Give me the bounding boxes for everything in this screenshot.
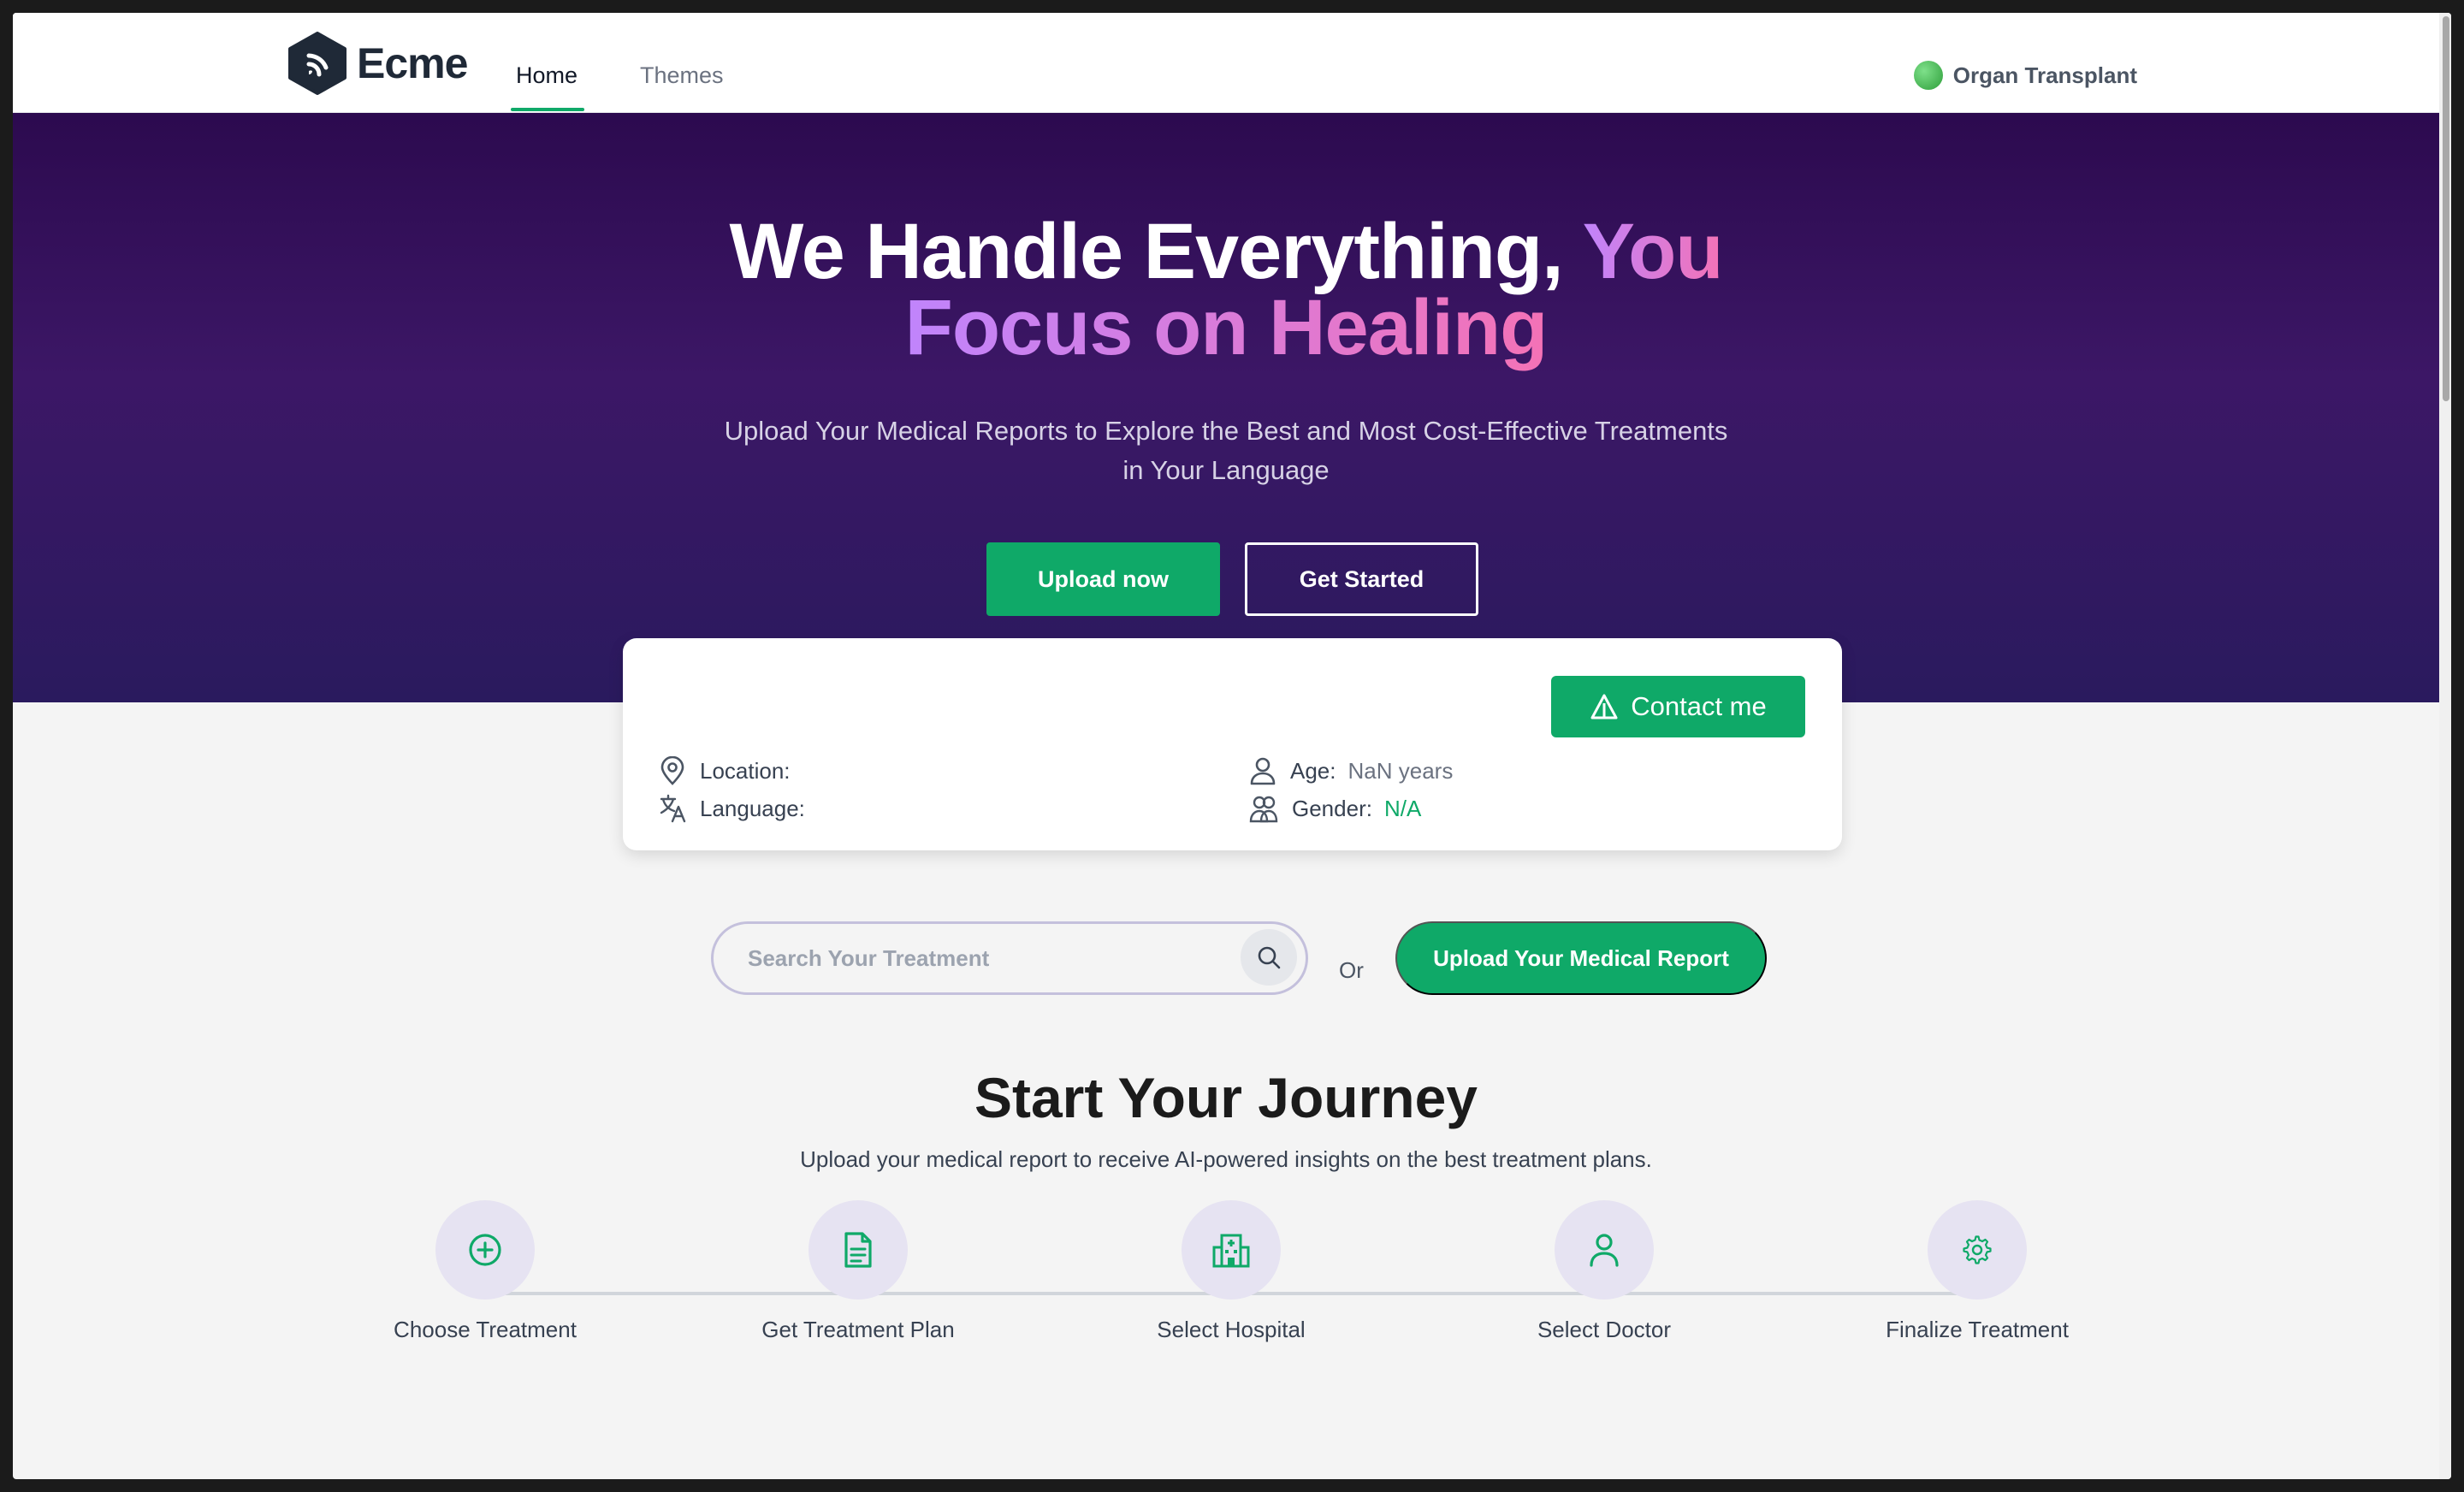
users-icon [1249,796,1278,823]
journey-title: Start Your Journey [974,1066,1478,1129]
step-circle [435,1200,535,1300]
journey-subtitle: Upload your medical report to receive AI… [800,1146,1652,1172]
step-label: Finalize Treatment [1886,1317,2069,1342]
gender-row: Gender: N/A [1249,794,1421,823]
hero-title-gradient-2: Focus on Healing [904,284,1549,371]
logo[interactable]: Ecme [287,32,468,95]
gender-value: N/A [1383,795,1422,821]
top-header: Ecme Home Themes Organ Transplant [13,13,2451,113]
page-scrollbar[interactable] [2439,13,2451,1479]
hero-title-gradient-1: You [1582,208,1724,295]
get-started-button[interactable]: Get Started [1245,542,1478,616]
translate-icon [660,794,686,823]
step-label: Select Doctor [1537,1317,1672,1342]
hero-subtitle-line1: Upload Your Medical Reports to Explore t… [724,416,1728,446]
document-icon [844,1232,872,1268]
hero-section: We Handle Everything, You Focus on Heali… [13,113,2439,702]
nav-active-indicator [511,108,584,111]
step-label: Get Treatment Plan [761,1317,955,1342]
nav-home[interactable]: Home [516,62,578,89]
search-icon [1258,946,1281,969]
map-pin-icon [660,756,684,785]
location-row: Location: [659,756,803,785]
step-circle [1182,1200,1281,1300]
step-circle [1555,1200,1654,1300]
journey-step-finalize-treatment[interactable]: Finalize Treatment [1849,1200,2106,1343]
scrollbar-thumb[interactable] [2443,16,2449,401]
user-icon [1590,1234,1619,1267]
profile-card: Contact me Location: Language: Age: NaN … [623,638,1842,850]
hero-subtitle-line2: in Your Language [1122,455,1330,485]
plus-circle-icon [469,1234,501,1266]
green-circle-icon [1913,61,1943,90]
journey-step-choose-treatment[interactable]: Choose Treatment [357,1200,613,1343]
step-label: Select Hospital [1157,1317,1306,1342]
language-row: Language: [659,794,817,823]
upload-now-button[interactable]: Upload now [986,542,1220,616]
search-button[interactable] [1241,929,1297,986]
browser-viewport: Ecme Home Themes Organ Transplant We Han… [13,13,2451,1479]
age-row: Age: NaN years [1249,756,1453,785]
person-icon [1250,757,1276,785]
contact-me-label: Contact me [1631,691,1767,721]
journey-step-get-treatment-plan[interactable]: Get Treatment Plan [730,1200,986,1343]
search-input[interactable] [748,924,1227,992]
treatment-search[interactable] [711,921,1308,995]
hero-title-white: We Handle Everything, [729,208,1563,295]
hero-title: We Handle Everything, You Focus on Heali… [13,212,2439,367]
age-value: NaN years [1348,757,1454,784]
category-indicator[interactable]: Organ Transplant [1913,61,2137,90]
journey-step-select-hospital[interactable]: Select Hospital [1103,1200,1359,1343]
category-label: Organ Transplant [1952,62,2137,88]
hospital-icon [1212,1234,1250,1268]
hero-subtitle: Upload Your Medical Reports to Explore t… [13,411,2439,490]
contact-me-button[interactable]: Contact me [1551,676,1805,737]
location-label: Location: [700,757,791,784]
warning-triangle-icon [1590,694,1618,719]
step-label: Choose Treatment [394,1317,577,1342]
step-circle [808,1200,908,1300]
or-text: Or [1339,957,1364,983]
gender-label: Gender: [1292,795,1372,821]
logo-icon [288,32,346,95]
logo-text: Ecme [357,39,468,87]
journey-step-select-doctor[interactable]: Select Doctor [1476,1200,1732,1343]
age-label: Age: [1290,757,1336,784]
language-label: Language: [700,795,805,821]
step-circle [1928,1200,2027,1300]
upload-medical-report-button[interactable]: Upload Your Medical Report [1395,921,1767,995]
gear-icon [1963,1235,1992,1264]
nav-themes[interactable]: Themes [640,62,724,89]
